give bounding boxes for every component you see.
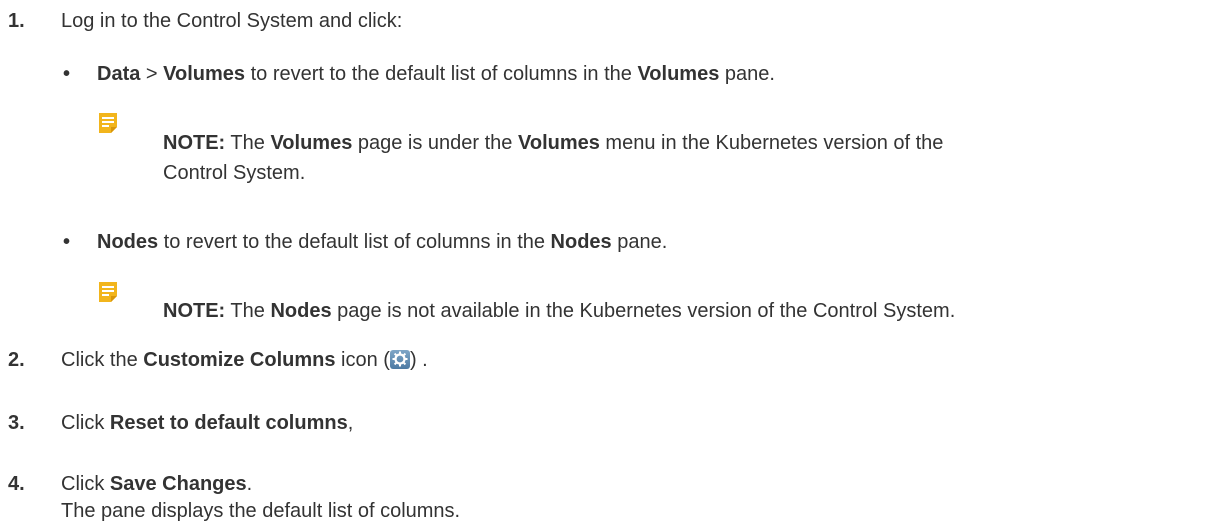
note-label: NOTE: [163, 132, 226, 154]
bullet-marker: • [63, 63, 71, 85]
step-3-number: 3. [8, 412, 25, 434]
gear-icon [389, 350, 410, 369]
note-label: NOTE: [163, 300, 226, 322]
step-4-number: 4. [8, 473, 25, 495]
bullet-2-text: Nodes to revert to the default list of c… [97, 231, 668, 253]
step-3-text: Click Reset to default columns, [61, 412, 354, 434]
reset-default-columns-label: Reset to default columns [109, 412, 348, 434]
step-1-number: 1. [8, 10, 25, 32]
nodes-menu-label: Nodes [97, 231, 159, 253]
note-1-text: NOTE: The Volumes page is under the Volu… [163, 132, 944, 184]
note-icon [99, 282, 117, 302]
bullet-1-text: Data > Volumes to revert to the default … [97, 63, 775, 85]
bullet-marker: • [63, 231, 71, 253]
step-1-text: Log in to the Control System and click: [61, 10, 403, 32]
nodes-pane-label: Nodes [550, 231, 612, 253]
volumes-pane-label: Volumes [637, 63, 720, 85]
volumes-menu-label: Volumes [163, 63, 246, 85]
step-2-number: 2. [8, 349, 25, 371]
note-2-text: NOTE: The Nodes page is not available in… [163, 300, 956, 322]
note-icon [99, 113, 117, 133]
step-4-text: Click Save Changes. [61, 473, 253, 495]
data-menu-label: Data [97, 63, 141, 85]
step-2-text: Click the Customize Columns icon () . [61, 349, 428, 371]
customize-columns-label: Customize Columns [143, 349, 336, 371]
step-4-result: The pane displays the default list of co… [61, 500, 461, 522]
save-changes-label: Save Changes [109, 473, 247, 495]
